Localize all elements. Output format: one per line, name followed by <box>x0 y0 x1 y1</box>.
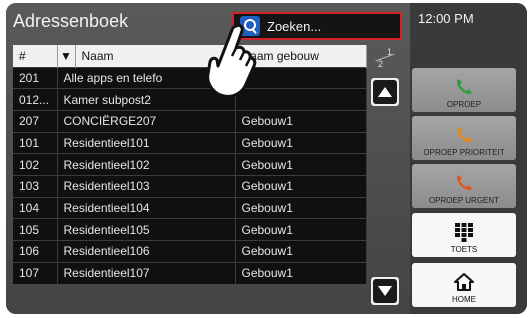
row-name: Residentieel105 <box>57 218 236 241</box>
page-total: 2 <box>378 59 384 69</box>
row-number: 106 <box>13 240 58 263</box>
call-label: OPROEP <box>446 100 482 109</box>
row-number: 102 <box>13 153 58 176</box>
clock: 12:00 PM <box>418 11 474 26</box>
row-name: Residentieel103 <box>57 174 236 198</box>
search-placeholder: Zoeken... <box>267 18 322 34</box>
urgent-call-label: OPROEP URGENT <box>428 196 500 205</box>
row-name: Residentieel101 <box>57 131 236 154</box>
row-number: 207 <box>13 109 58 133</box>
row-building: Gebouw1 <box>235 218 367 241</box>
row-building: Gebouw1 <box>235 131 367 154</box>
sort-down-icon[interactable]: ▼ <box>57 45 76 67</box>
priority-call-button[interactable]: OPROEP PRIORITEIT <box>412 116 516 160</box>
priority-call-label: OPROEP PRIORITEIT <box>423 148 505 157</box>
phone-icon <box>457 127 472 142</box>
row-number: 105 <box>13 218 58 241</box>
pointing-hand-icon <box>206 23 257 98</box>
column-header-number[interactable]: # <box>13 45 58 67</box>
table-row[interactable]: 106 Residentieel106 Gebouw1 <box>13 240 367 263</box>
row-name: Residentieel106 <box>57 240 236 263</box>
row-number: 012... <box>13 88 58 111</box>
arrow-down-icon <box>378 286 392 296</box>
row-number: 103 <box>13 174 58 198</box>
table-row[interactable]: 104 Residentieel104 Gebouw1 <box>13 196 367 219</box>
home-icon <box>454 273 474 291</box>
scroll-up-button[interactable] <box>371 78 399 106</box>
table-row[interactable]: 207 CONCIËRGE207 Gebouw1 <box>13 109 367 133</box>
phone-icon <box>457 175 472 190</box>
row-name: Residentieel104 <box>57 196 236 219</box>
call-button[interactable]: OPROEP <box>412 68 516 112</box>
row-building: Gebouw1 <box>235 174 367 198</box>
page-indicator: 1 2 <box>367 45 402 71</box>
address-table: # ▼ Naam Naam gebouw 201 Alle apps en tel… <box>13 45 367 284</box>
row-number: 104 <box>13 196 58 219</box>
arrow-up-icon <box>378 87 392 97</box>
row-building: Gebouw1 <box>235 109 367 133</box>
row-number: 201 <box>13 66 58 89</box>
home-button[interactable]: HOME <box>412 263 516 307</box>
keypad-button[interactable]: TOETS <box>412 213 516 257</box>
row-building: Gebouw1 <box>235 196 367 219</box>
urgent-call-button[interactable]: OPROEP URGENT <box>412 164 516 208</box>
row-name: Residentieel107 <box>57 261 236 284</box>
page-title: Adressenboek <box>13 11 129 31</box>
table-row[interactable]: 012... Kamer subpost2 <box>13 88 367 111</box>
table-row[interactable]: 107 Residentieel107 Gebouw1 <box>13 261 367 284</box>
keypad-icon <box>455 223 473 242</box>
row-name: CONCIËRGE207 <box>57 109 236 133</box>
table-header-row: # ▼ Naam Naam gebouw <box>13 45 367 67</box>
table-row[interactable]: 105 Residentieel105 Gebouw1 <box>13 218 367 241</box>
row-number: 101 <box>13 131 58 154</box>
row-name: Residentieel102 <box>57 153 236 176</box>
scroll-down-button[interactable] <box>371 277 399 305</box>
row-building: Gebouw1 <box>235 153 367 176</box>
row-building: Gebouw1 <box>235 261 367 284</box>
table-row[interactable]: 102 Residentieel102 Gebouw1 <box>13 153 367 176</box>
home-label: HOME <box>452 295 476 304</box>
row-building: Gebouw1 <box>235 240 367 263</box>
phone-icon <box>457 79 472 94</box>
table-row[interactable]: 101 Residentieel101 Gebouw1 <box>13 131 367 154</box>
keypad-label: TOETS <box>450 245 478 254</box>
table-row[interactable]: 103 Residentieel103 Gebouw1 <box>13 174 367 198</box>
row-number: 107 <box>13 261 58 284</box>
table-row[interactable]: 201 Alle apps en telefo <box>13 66 367 89</box>
